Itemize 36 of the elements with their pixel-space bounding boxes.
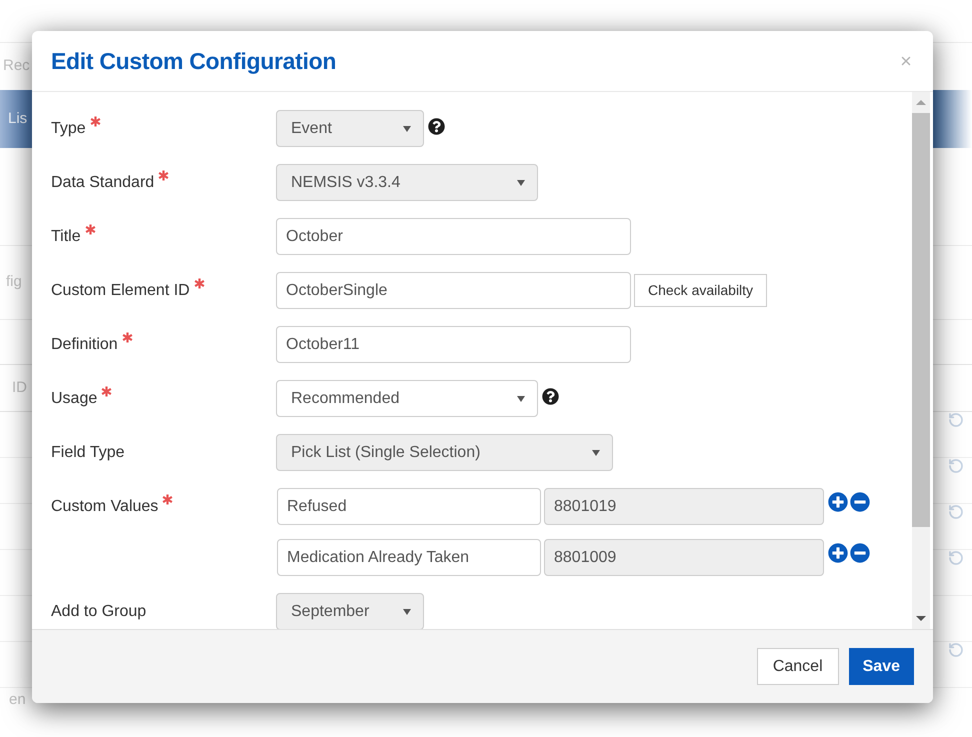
remove-icon[interactable] bbox=[850, 543, 870, 563]
help-icon[interactable] bbox=[542, 388, 559, 405]
text-field[interactable]: OctoberSingle bbox=[276, 272, 631, 309]
field-label: Title bbox=[51, 226, 81, 246]
text-field[interactable]: October bbox=[276, 218, 631, 255]
scrollbar-track[interactable] bbox=[912, 92, 930, 629]
dropdown[interactable]: Recommended bbox=[276, 380, 538, 417]
field-label: Field Type bbox=[51, 442, 125, 462]
field-label: Custom Element ID bbox=[51, 280, 190, 300]
field-label: Custom Values bbox=[51, 496, 158, 516]
cancel-button[interactable]: Cancel bbox=[756, 648, 839, 685]
banner-text-fragment: Lis bbox=[8, 108, 28, 129]
text-field[interactable]: Medication Already Taken bbox=[277, 539, 541, 576]
page-text-fragment: fig bbox=[6, 272, 22, 292]
field-label: Add to Group bbox=[51, 602, 146, 622]
caret-icon bbox=[592, 450, 600, 456]
field-label: Definition bbox=[51, 334, 118, 354]
text-field[interactable]: October11 bbox=[276, 326, 631, 363]
scroll-down-arrow-icon[interactable] bbox=[916, 616, 926, 620]
scrollbar-thumb[interactable] bbox=[912, 113, 930, 527]
caret-icon bbox=[517, 396, 525, 402]
check-availability-button[interactable]: Check availabilty bbox=[634, 274, 768, 307]
caret-icon bbox=[517, 180, 525, 186]
dialog-title: Edit Custom Configuration bbox=[51, 46, 336, 76]
field-label: Data Standard bbox=[51, 172, 154, 192]
add-icon[interactable] bbox=[828, 492, 848, 512]
caret-icon bbox=[403, 608, 411, 614]
field-label: Type bbox=[51, 118, 86, 138]
field-label: Usage bbox=[51, 388, 98, 408]
remove-icon[interactable] bbox=[850, 492, 870, 512]
caret-icon bbox=[403, 126, 411, 132]
save-button[interactable]: Save bbox=[848, 648, 914, 685]
table-header-fragment: ID bbox=[12, 378, 27, 398]
add-icon[interactable] bbox=[828, 543, 848, 563]
page-text-fragment: en bbox=[9, 690, 26, 710]
text-field[interactable]: Refused bbox=[277, 488, 541, 525]
